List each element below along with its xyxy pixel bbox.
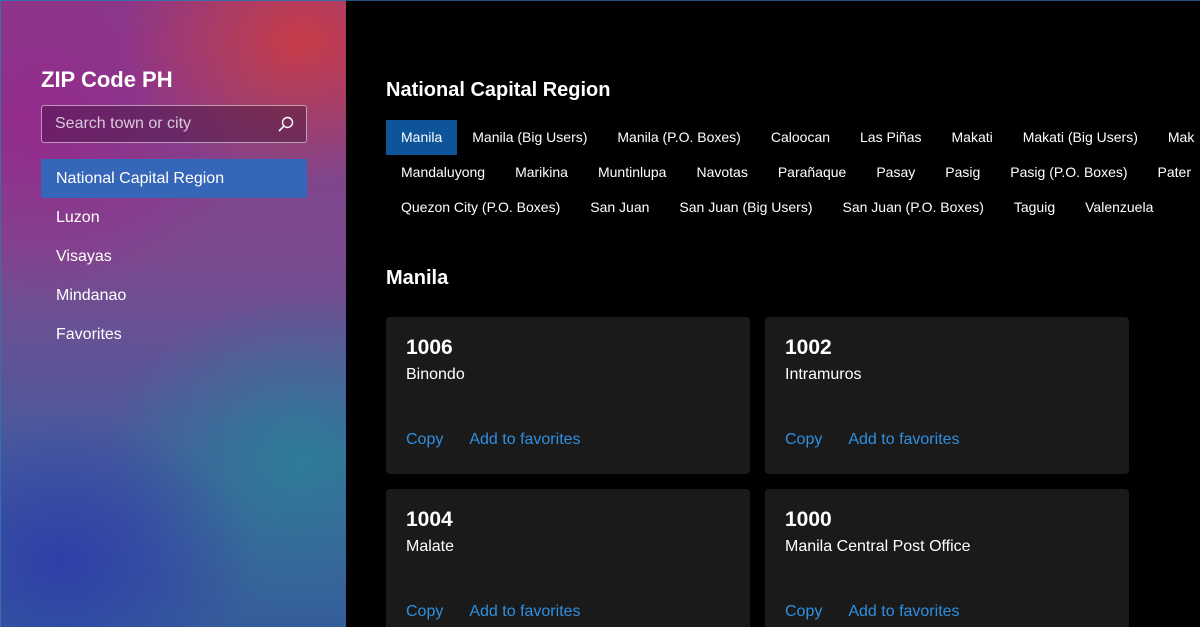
zip-card: 1004 Malate Copy Add to favorites (386, 489, 750, 627)
city-chip[interactable]: Manila (P.O. Boxes) (602, 120, 755, 155)
city-chip[interactable]: Makati (Big Users) (1008, 120, 1153, 155)
city-chip[interactable]: San Juan (Big Users) (664, 190, 827, 225)
city-chip[interactable]: Taguig (999, 190, 1070, 225)
zip-code: 1006 (406, 336, 453, 359)
sidebar-nav: National Capital Region Luzon Visayas Mi… (41, 159, 307, 354)
add-to-favorites-link[interactable]: Add to favorites (848, 603, 959, 621)
city-chip-list: Manila Manila (Big Users) Manila (P.O. B… (386, 120, 1200, 225)
city-chip[interactable]: Pater (1143, 155, 1200, 190)
card-actions: Copy Add to favorites (785, 431, 986, 449)
city-chip[interactable]: Pasay (861, 155, 930, 190)
city-chip[interactable]: San Juan (575, 190, 664, 225)
place-name: Manila Central Post Office (785, 538, 971, 555)
search-input[interactable] (42, 106, 272, 142)
zip-card: 1000 Manila Central Post Office Copy Add… (765, 489, 1129, 627)
copy-link[interactable]: Copy (406, 603, 443, 621)
city-chip[interactable]: Pasig (P.O. Boxes) (995, 155, 1142, 190)
city-chip[interactable]: Manila (Big Users) (457, 120, 602, 155)
zip-card: 1006 Binondo Copy Add to favorites (386, 317, 750, 474)
city-chip[interactable]: Makati (937, 120, 1008, 155)
card-actions: Copy Add to favorites (785, 603, 986, 621)
region-title: National Capital Region (386, 79, 611, 101)
city-chip[interactable]: Muntinlupa (583, 155, 682, 190)
sidebar-item-visayas[interactable]: Visayas (41, 237, 307, 276)
city-chip[interactable]: Mandaluyong (386, 155, 500, 190)
city-chip[interactable]: Manila (386, 120, 458, 155)
place-name: Binondo (406, 366, 465, 383)
chip-row: Mandaluyong Marikina Muntinlupa Navotas … (386, 155, 1200, 190)
zip-code: 1002 (785, 336, 832, 359)
search-box[interactable] (41, 105, 307, 143)
sidebar-item-mindanao[interactable]: Mindanao (41, 276, 307, 315)
city-chip[interactable]: Pasig (930, 155, 995, 190)
city-chip[interactable]: San Juan (P.O. Boxes) (827, 190, 998, 225)
copy-link[interactable]: Copy (785, 431, 822, 449)
copy-link[interactable]: Copy (406, 431, 443, 449)
city-chip[interactable]: Valenzuela (1070, 190, 1168, 225)
sidebar-item-favorites[interactable]: Favorites (41, 315, 307, 354)
chip-row: Quezon City (P.O. Boxes) San Juan San Ju… (386, 190, 1200, 225)
city-chip[interactable]: Navotas (681, 155, 762, 190)
zip-card: 1002 Intramuros Copy Add to favorites (765, 317, 1129, 474)
city-chip[interactable]: Parañaque (763, 155, 862, 190)
main-content: National Capital Region Manila Manila (B… (346, 0, 1200, 627)
city-chip[interactable]: Quezon City (P.O. Boxes) (386, 190, 575, 225)
sidebar-item-national-capital-region[interactable]: National Capital Region (41, 159, 307, 198)
app-title: ZIP Code PH (41, 67, 173, 92)
add-to-favorites-link[interactable]: Add to favorites (469, 603, 580, 621)
card-actions: Copy Add to favorites (406, 603, 607, 621)
sidebar: ZIP Code PH National Capital Region Luzo… (0, 0, 346, 627)
copy-link[interactable]: Copy (785, 603, 822, 621)
add-to-favorites-link[interactable]: Add to favorites (469, 431, 580, 449)
city-title: Manila (386, 267, 449, 289)
city-chip[interactable]: Las Piñas (845, 120, 936, 155)
zip-code: 1004 (406, 508, 453, 531)
city-chip[interactable]: Marikina (500, 155, 583, 190)
card-actions: Copy Add to favorites (406, 431, 607, 449)
city-chip[interactable]: Mak (1153, 120, 1200, 155)
search-icon[interactable] (278, 116, 294, 132)
zip-code: 1000 (785, 508, 832, 531)
add-to-favorites-link[interactable]: Add to favorites (848, 431, 959, 449)
chip-row: Manila Manila (Big Users) Manila (P.O. B… (386, 120, 1200, 155)
place-name: Intramuros (785, 366, 862, 383)
city-chip[interactable]: Caloocan (756, 120, 845, 155)
place-name: Malate (406, 538, 455, 555)
sidebar-item-luzon[interactable]: Luzon (41, 198, 307, 237)
